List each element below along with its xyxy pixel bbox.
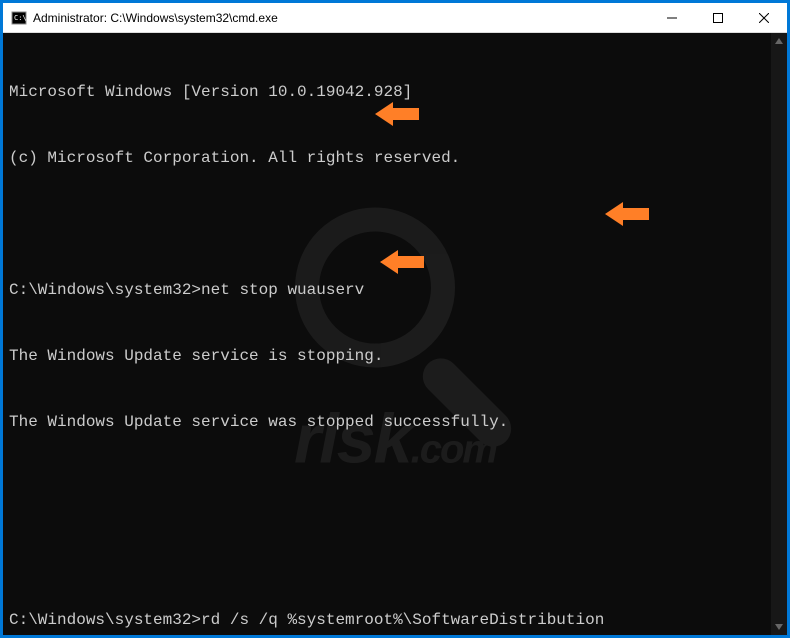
annotation-arrow-2 bbox=[605, 200, 649, 228]
scroll-up-icon[interactable] bbox=[771, 33, 787, 49]
minimize-button[interactable] bbox=[649, 3, 695, 33]
cmd-window: C:\ Administrator: C:\Windows\system32\c… bbox=[3, 3, 787, 635]
maximize-button[interactable] bbox=[695, 3, 741, 33]
terminal-line bbox=[9, 477, 781, 499]
cmd-icon: C:\ bbox=[11, 10, 27, 26]
terminal-line bbox=[9, 543, 781, 565]
scroll-down-icon[interactable] bbox=[771, 619, 787, 635]
terminal-line: (c) Microsoft Corporation. All rights re… bbox=[9, 147, 781, 169]
titlebar[interactable]: C:\ Administrator: C:\Windows\system32\c… bbox=[3, 3, 787, 33]
close-button[interactable] bbox=[741, 3, 787, 33]
terminal-line bbox=[9, 213, 781, 235]
window-controls bbox=[649, 3, 787, 32]
terminal-line: The Windows Update service is stopping. bbox=[9, 345, 781, 367]
window-title: Administrator: C:\Windows\system32\cmd.e… bbox=[33, 11, 649, 25]
terminal-line: C:\Windows\system32>rd /s /q %systemroot… bbox=[9, 609, 781, 631]
annotation-arrow-3 bbox=[380, 248, 424, 276]
annotation-arrow-1 bbox=[375, 100, 419, 128]
scrollbar[interactable] bbox=[771, 33, 787, 635]
terminal-line: The Windows Update service was stopped s… bbox=[9, 411, 781, 433]
terminal-line: C:\Windows\system32>net stop wuauserv bbox=[9, 279, 781, 301]
svg-text:C:\: C:\ bbox=[14, 14, 27, 22]
